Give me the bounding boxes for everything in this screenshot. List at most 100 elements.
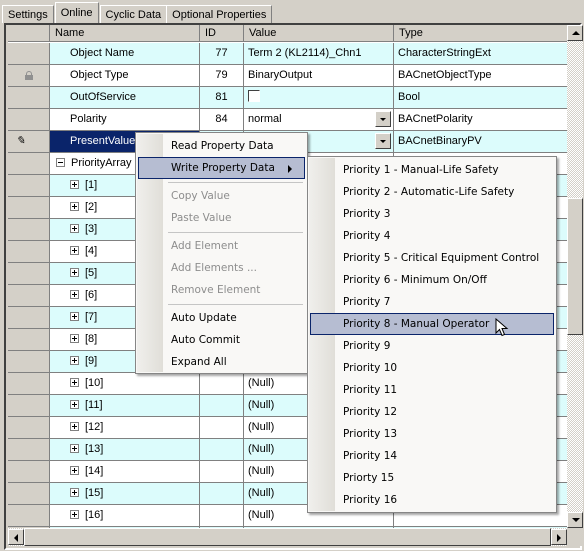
row-header[interactable] <box>8 505 50 526</box>
scroll-left-button[interactable] <box>8 529 24 545</box>
submenu-item-priority-3[interactable]: Priority 3 <box>310 203 554 225</box>
menu-item-read-property-data[interactable]: Read Property Data <box>138 135 305 157</box>
collapse-icon[interactable] <box>56 157 65 167</box>
row-header[interactable] <box>8 461 50 482</box>
row-header[interactable] <box>8 43 50 64</box>
table-row[interactable]: Polarity 84 normal BACnetPolarity <box>8 109 567 131</box>
row-header[interactable]: ✎ <box>8 131 50 152</box>
row-header[interactable] <box>8 395 50 416</box>
expand-icon[interactable] <box>70 201 79 211</box>
expand-icon[interactable] <box>70 223 79 233</box>
row-header[interactable] <box>8 373 50 394</box>
submenu-item-priority-2[interactable]: Priority 2 - Automatic-Life Safety <box>310 181 554 203</box>
row-header[interactable] <box>8 87 50 108</box>
expand-icon[interactable] <box>70 245 79 255</box>
property-name-cell[interactable]: Object Name <box>50 43 200 64</box>
row-header[interactable] <box>8 65 50 86</box>
property-value-cell[interactable]: Term 2 (KL2114)_Chn1 <box>244 43 394 64</box>
horizontal-scroll-thumb[interactable] <box>24 528 551 546</box>
row-header[interactable] <box>8 417 50 438</box>
menu-item-expand-all[interactable]: Expand All <box>138 351 305 373</box>
row-header[interactable] <box>8 175 50 196</box>
scroll-down-button[interactable] <box>567 512 583 528</box>
column-header-id[interactable]: ID <box>200 25 244 42</box>
property-value-cell[interactable]: normal <box>244 109 394 130</box>
submenu-item-priority-8[interactable]: Priority 8 - Manual Operator <box>310 313 554 335</box>
submenu-item-priority-16[interactable]: Priority 16 <box>310 489 554 511</box>
submenu-item-priority-15[interactable]: Priorty 15 <box>310 467 554 489</box>
submenu-item-priority-10[interactable]: Priority 10 <box>310 357 554 379</box>
out-of-service-checkbox[interactable] <box>248 90 260 103</box>
row-header[interactable] <box>8 351 50 372</box>
submenu-item-priority-4[interactable]: Priority 4 <box>310 225 554 247</box>
submenu-item-priority-14[interactable]: Priority 14 <box>310 445 554 467</box>
property-name-cell[interactable]: OutOfService <box>50 87 200 108</box>
row-header[interactable] <box>8 329 50 350</box>
vertical-scrollbar[interactable] <box>567 25 583 528</box>
horizontal-scrollbar[interactable] <box>8 528 567 546</box>
property-name-cell[interactable]: [11] <box>50 395 200 416</box>
menu-item-add-element[interactable]: Add Element <box>138 235 305 257</box>
row-header[interactable] <box>8 439 50 460</box>
table-row[interactable]: Object Type 79 BinaryOutput BACnetObjectTyp… <box>8 65 567 87</box>
row-header[interactable] <box>8 263 50 284</box>
menu-item-copy-value[interactable]: Copy Value <box>138 185 305 207</box>
property-value-cell[interactable] <box>244 87 394 108</box>
menu-item-auto-commit[interactable]: Auto Commit <box>138 329 305 351</box>
expand-icon[interactable] <box>70 355 79 365</box>
row-header[interactable] <box>8 197 50 218</box>
submenu-item-priority-7[interactable]: Priority 7 <box>310 291 554 313</box>
column-header-value[interactable]: Value <box>244 25 394 42</box>
expand-icon[interactable] <box>70 267 79 277</box>
tab-cyclic-data[interactable]: Cyclic Data <box>99 5 168 23</box>
submenu-item-priority-1[interactable]: Priority 1 - Manual-Life Safety <box>310 159 554 181</box>
expand-icon[interactable] <box>70 179 79 189</box>
expand-icon[interactable] <box>70 377 79 387</box>
column-header-name[interactable]: Name <box>50 25 200 42</box>
property-name-cell[interactable]: [14] <box>50 461 200 482</box>
menu-item-remove-element[interactable]: Remove Element <box>138 279 305 301</box>
property-name-cell[interactable]: Object Type <box>50 65 200 86</box>
tab-online[interactable]: Online <box>54 2 99 23</box>
expand-icon[interactable] <box>70 399 79 409</box>
expand-icon[interactable] <box>70 443 79 453</box>
row-header[interactable] <box>8 153 50 174</box>
row-header[interactable] <box>8 219 50 240</box>
tab-settings[interactable]: Settings <box>2 5 54 23</box>
scroll-up-button[interactable] <box>567 25 583 41</box>
submenu-item-priority-6[interactable]: Priority 6 - Minimum On/Off <box>310 269 554 291</box>
submenu-item-priority-9[interactable]: Priority 9 <box>310 335 554 357</box>
submenu-item-priority-12[interactable]: Priority 12 <box>310 401 554 423</box>
vertical-scroll-thumb[interactable] <box>567 198 583 335</box>
property-name-cell[interactable]: [10] <box>50 373 200 394</box>
menu-item-add-elements[interactable]: Add Elements ... <box>138 257 305 279</box>
row-header[interactable] <box>8 483 50 504</box>
expand-icon[interactable] <box>70 509 79 519</box>
expand-icon[interactable] <box>70 289 79 299</box>
expand-icon[interactable] <box>70 487 79 497</box>
row-header[interactable] <box>8 285 50 306</box>
dropdown-button[interactable] <box>375 133 391 149</box>
scroll-right-button[interactable] <box>551 529 567 545</box>
expand-icon[interactable] <box>70 333 79 343</box>
expand-icon[interactable] <box>70 421 79 431</box>
tab-optional-properties[interactable]: Optional Properties <box>166 5 273 23</box>
submenu-item-priority-13[interactable]: Priority 13 <box>310 423 554 445</box>
property-name-cell[interactable]: [15] <box>50 483 200 504</box>
submenu-item-priority-11[interactable]: Priority 11 <box>310 379 554 401</box>
dropdown-button[interactable] <box>375 111 391 127</box>
menu-item-write-property-data[interactable]: Write Property Data <box>138 157 305 179</box>
column-header-type[interactable]: Type <box>394 25 567 42</box>
menu-item-paste-value[interactable]: Paste Value <box>138 207 305 229</box>
row-header[interactable] <box>8 109 50 130</box>
submenu-item-priority-5[interactable]: Priority 5 - Critical Equipment Control <box>310 247 554 269</box>
table-row[interactable]: OutOfService 81 Bool <box>8 87 567 109</box>
menu-item-auto-update[interactable]: Auto Update <box>138 307 305 329</box>
property-name-cell[interactable]: [12] <box>50 417 200 438</box>
property-name-cell[interactable]: [13] <box>50 439 200 460</box>
row-header[interactable] <box>8 241 50 262</box>
table-row[interactable]: Object Name 77 Term 2 (KL2114)_Chn1 Charact… <box>8 43 567 65</box>
expand-icon[interactable] <box>70 311 79 321</box>
property-name-cell[interactable]: Polarity <box>50 109 200 130</box>
property-value-cell[interactable]: BinaryOutput <box>244 65 394 86</box>
